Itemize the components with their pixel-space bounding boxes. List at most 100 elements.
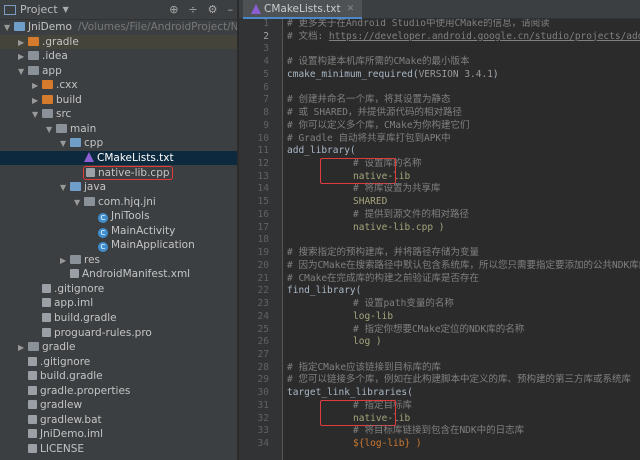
expanded-arrow-icon[interactable]: ▼ — [4, 21, 14, 36]
code-text: log-lib — [353, 310, 394, 322]
tree-item[interactable]: C MainActivity — [0, 224, 237, 239]
code-text: cmake_minimum_required( — [287, 68, 419, 80]
line-number: 33 — [257, 425, 269, 437]
minimize-icon[interactable]: – — [228, 3, 234, 16]
code-line: # 创建并命名一个库，将其设置为静态 — [287, 94, 450, 107]
tree-item[interactable]: LICENSE — [0, 442, 237, 457]
line-number: 6 — [263, 81, 269, 93]
target-icon[interactable]: ⊕ — [169, 3, 178, 16]
collapsed-arrow-icon[interactable]: ▶ — [18, 341, 28, 356]
package-icon — [84, 196, 95, 206]
expanded-arrow-icon[interactable]: ▼ — [74, 196, 84, 211]
tree-item-label: JniTools — [111, 210, 150, 223]
gear-icon[interactable]: ⚙ — [208, 3, 218, 16]
tree-item-label: AndroidManifest.xml — [82, 268, 191, 281]
code-line: # 设置path变量的名称 — [287, 298, 454, 311]
tree-item[interactable]: .gitignore — [0, 282, 237, 297]
tree-item-label: .idea — [42, 50, 68, 63]
tree-item[interactable]: C MainApplication — [0, 238, 237, 253]
tree-item[interactable]: ▼ java — [0, 180, 237, 196]
editor-tab-bar: CMakeLists.txt ✕ — [239, 0, 640, 19]
tree-item[interactable]: gradle.properties — [0, 384, 237, 399]
tree-item[interactable]: build.gradle — [0, 311, 237, 326]
line-number: 31 — [257, 399, 269, 411]
tree-item[interactable]: ▶ .gradle — [0, 34, 237, 51]
code-text: # 你可以定义多个库，CMake为你构建它们 — [287, 119, 470, 131]
expanded-arrow-icon[interactable]: ▼ — [32, 108, 42, 123]
folder-icon — [28, 342, 39, 352]
expanded-arrow-icon[interactable]: ▼ — [18, 65, 28, 80]
project-panel-header: Project ▼ ⊕ ÷ ⚙ – — [0, 0, 237, 20]
tree-item-label: gradle.properties — [40, 384, 131, 397]
collapsed-arrow-icon[interactable]: ▶ — [32, 79, 42, 94]
file-icon — [42, 313, 51, 322]
code-text: # 因为CMake在搜索路径中默认包含系统库，所以您只需要指定要添加的公共NDK… — [287, 259, 640, 271]
tree-item[interactable]: ▼ main — [0, 122, 237, 138]
tree-item-label: gradle — [42, 341, 76, 354]
code-text: # 指定你想要CMake定位的NDK库的名称 — [353, 323, 525, 335]
file-icon — [70, 269, 79, 279]
tab-cmakelists[interactable]: CMakeLists.txt ✕ — [243, 0, 363, 19]
tree-item[interactable]: ▼ cpp — [0, 136, 237, 152]
line-number-gutter: 1 2 3 4 5 6 7 8 9 10 11 12 13 14 15 16 17 18 19 20 21 22 23 24 2… — [239, 18, 283, 460]
tree-item[interactable]: gradlew — [0, 398, 237, 413]
tree-item[interactable]: ▶ .cxx — [0, 78, 237, 94]
tree-item-label: .gitignore — [54, 282, 105, 295]
line-number: 34 — [257, 438, 269, 450]
line-number: 12 — [257, 158, 269, 170]
tree-item-label: app — [42, 64, 62, 77]
tree-item[interactable]: app.iml — [0, 296, 237, 311]
line-number: 22 — [257, 285, 269, 297]
tree-item[interactable]: ▼ app — [0, 64, 237, 80]
collapsed-arrow-icon[interactable]: ▶ — [60, 254, 70, 269]
tree-item[interactable]: ▶ .idea — [0, 49, 237, 65]
collapse-icon[interactable]: ÷ — [188, 3, 197, 16]
line-number: 19 — [257, 247, 269, 259]
tree-item-label: gradlew.bat — [40, 413, 102, 426]
collapsed-arrow-icon[interactable]: ▶ — [18, 50, 28, 65]
line-number: 28 — [257, 361, 269, 373]
expanded-arrow-icon[interactable]: ▼ — [60, 181, 70, 196]
tree-item[interactable]: ▶ build — [0, 93, 237, 109]
tree-item-label: .gradle — [42, 35, 79, 48]
tree-item[interactable]: ▼ com.hjq.jni — [0, 195, 237, 211]
collapsed-arrow-icon[interactable]: ▶ — [32, 94, 42, 109]
tree-item-label: CMakeLists.txt — [97, 151, 174, 164]
folder-orange-icon — [42, 80, 53, 90]
code-line: native-lib.cpp ) — [287, 222, 445, 235]
code-text: # Gradle 自动将共享库打包到APK中 — [287, 132, 451, 144]
expanded-arrow-icon[interactable]: ▼ — [46, 123, 56, 138]
tree-item[interactable]: ▶ res — [0, 253, 237, 269]
tree-item[interactable]: C JniTools — [0, 209, 237, 224]
tree-item[interactable]: .gitignore — [0, 355, 237, 370]
tree-item-label: res — [84, 253, 101, 266]
code-editor[interactable]: # 更多关于在Android Studio中使用CMake的信息，请阅读 # 文档… — [283, 19, 640, 460]
tree-item[interactable]: proguard-rules.pro — [0, 326, 237, 341]
folder-icon — [28, 65, 39, 75]
tree-item[interactable]: AndroidManifest.xml — [0, 267, 237, 282]
tree-item[interactable]: native-lib.cpp — [0, 165, 237, 181]
tree-item[interactable]: JniDemo.iml — [0, 427, 237, 442]
tab-label: CMakeLists.txt — [264, 2, 341, 15]
code-line: # CMake在完成库的构建之前验证库是否存在 — [287, 273, 479, 286]
doc-link[interactable]: https://developer.android.google.cn/stud… — [329, 31, 640, 42]
tree-item[interactable]: ▼ src — [0, 107, 237, 123]
expanded-arrow-icon[interactable]: ▼ — [60, 137, 70, 152]
tree-item[interactable]: CMakeLists.txt — [0, 150, 237, 166]
tree-item[interactable]: ▶ gradle — [0, 340, 237, 356]
code-line: # 将库设置为共享库 — [287, 183, 440, 196]
tree-item[interactable]: ▼ JniDemo/Volumes/File/AndroidProject/NDK… — [0, 20, 237, 36]
line-number: 7 — [263, 94, 269, 106]
chevron-down-icon[interactable]: ▼ — [63, 5, 69, 14]
line-number: 14 — [257, 183, 269, 195]
collapsed-arrow-icon[interactable]: ▶ — [18, 36, 28, 51]
project-view-selector[interactable]: Project — [20, 3, 58, 16]
line-number: 11 — [257, 145, 269, 157]
tree-item-label: LICENSE — [40, 442, 85, 455]
close-tab-icon[interactable]: ✕ — [347, 4, 355, 14]
code-line: log ) — [287, 336, 382, 349]
code-text: # 您可以链接多个库，例如在此构建脚本中定义的库、预构建的第三方库或系统库 — [287, 374, 631, 386]
line-number: 23 — [257, 298, 269, 310]
tree-item[interactable]: gradlew.bat — [0, 413, 237, 428]
tree-item[interactable]: build.gradle — [0, 369, 237, 384]
